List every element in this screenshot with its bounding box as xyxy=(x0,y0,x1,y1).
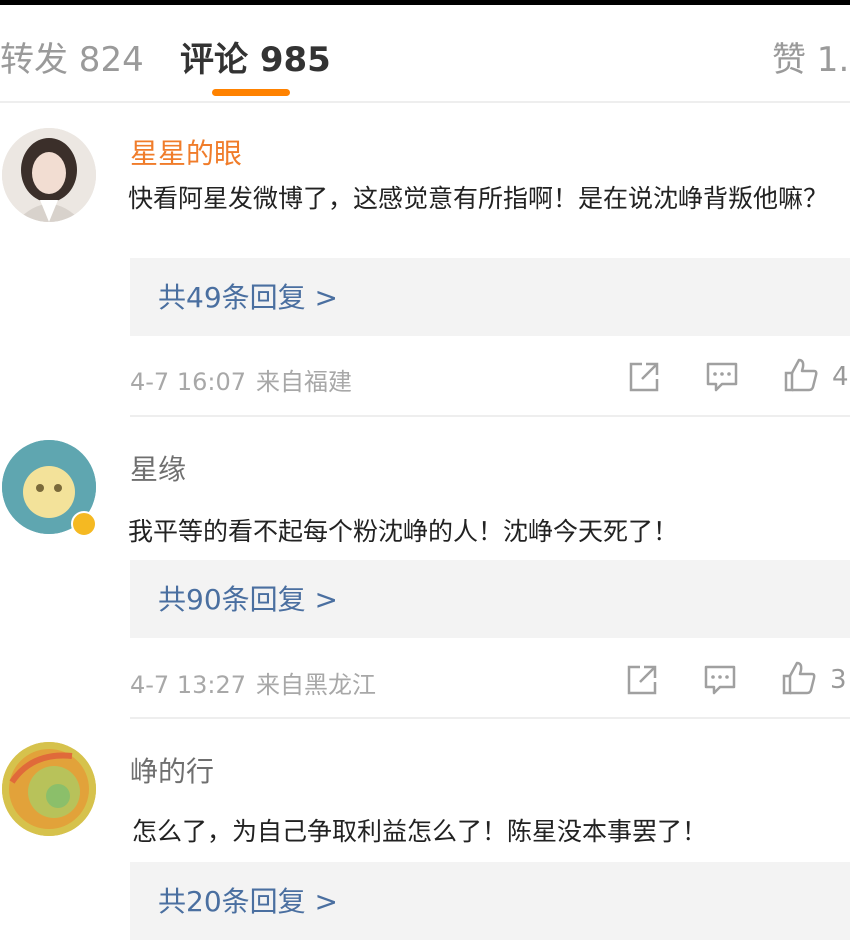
username[interactable]: 星星的眼 xyxy=(130,132,242,172)
avatar-portrait-icon xyxy=(2,128,96,222)
tab-likes[interactable]: 赞 1.8 xyxy=(772,32,850,81)
divider xyxy=(130,717,850,719)
replies-box[interactable]: 共49条回复 > xyxy=(130,258,850,336)
comment-location: 来自黑龙江 xyxy=(256,671,376,699)
comment-meta: 4-7 16:07 来自福建 xyxy=(130,362,352,397)
avatar[interactable] xyxy=(2,742,96,836)
comment-meta: 4-7 13:27 来自黑龙江 xyxy=(130,665,376,700)
replies-box[interactable]: 共90条回复 > xyxy=(130,560,850,638)
comment-icon[interactable] xyxy=(702,357,742,397)
like-icon[interactable] xyxy=(779,658,819,698)
badge-icon xyxy=(71,511,97,537)
comment-location: 来自福建 xyxy=(256,368,352,396)
username[interactable]: 峥的行 xyxy=(130,750,214,790)
share-icon[interactable] xyxy=(624,357,664,397)
comment-time: 4-7 16:07 xyxy=(130,368,246,396)
tab-comments[interactable]: 评论 985 xyxy=(180,32,331,81)
divider xyxy=(130,415,850,417)
replies-box[interactable]: 共20条回复 > xyxy=(130,862,850,940)
comment-time: 4-7 13:27 xyxy=(130,671,246,699)
avatar-image-icon xyxy=(2,742,96,836)
comment-text: 怎么了，为自己争取利益怎么了！陈星没本事罢了！ xyxy=(132,817,708,846)
view-replies-link[interactable]: 共49条回复 > xyxy=(158,276,338,316)
view-replies-link[interactable]: 共90条回复 > xyxy=(158,578,338,618)
tab-bar: 转发 824 评论 985 赞 1.8 xyxy=(0,5,850,103)
username[interactable]: 星缘 xyxy=(130,448,186,488)
avatar[interactable] xyxy=(2,128,96,222)
like-count: 4 xyxy=(832,362,849,392)
comment-text: 快看阿星发微博了，这感觉意有所指啊！是在说沈峥背叛他嘛？ xyxy=(128,184,829,213)
like-icon[interactable] xyxy=(781,355,821,395)
share-icon[interactable] xyxy=(622,660,662,700)
tab-repost[interactable]: 转发 824 xyxy=(0,32,144,81)
comment-icon[interactable] xyxy=(700,660,740,700)
like-count: 3 xyxy=(830,665,847,695)
view-replies-link[interactable]: 共20条回复 > xyxy=(158,880,338,920)
active-tab-indicator xyxy=(212,89,290,96)
comment-text: 我平等的看不起每个粉沈峥的人！沈峥今天死了！ xyxy=(128,517,679,546)
